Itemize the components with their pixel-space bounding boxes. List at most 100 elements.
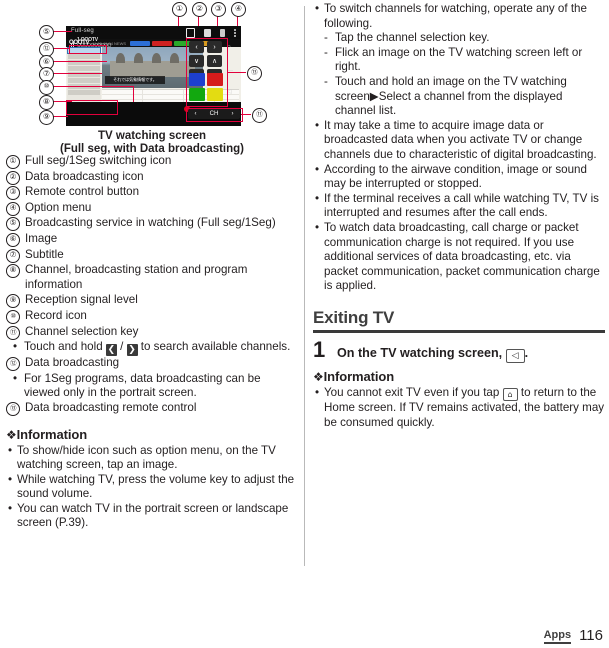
- legend-item-3: ③ Remote control button: [6, 185, 298, 201]
- right-column: To switch channels for watching, operate…: [313, 2, 605, 431]
- figure-caption-line1: TV watching screen: [97, 130, 206, 142]
- callout-3: ③: [211, 2, 226, 17]
- callout-10: ⑩: [39, 80, 54, 95]
- right-bullet-call-interrupt: If the terminal receives a call while wa…: [313, 192, 605, 221]
- remote-control-button-icon[interactable]: [220, 29, 225, 37]
- footer-section-label: Apps: [543, 629, 572, 644]
- leader-10-vertical: [133, 86, 135, 102]
- screenshot-top-icons: [186, 28, 237, 38]
- fullseg-1seg-switch-icon[interactable]: [186, 28, 195, 38]
- list-item[interactable]: [68, 54, 100, 59]
- legend-item-11: ⑪ Channel selection key: [6, 325, 298, 340]
- legend-text: Remote control button: [25, 185, 140, 199]
- callout-2: ②: [192, 2, 207, 17]
- legend-marker: ⑥: [6, 232, 20, 247]
- legend-marker: ⑪: [6, 325, 20, 340]
- step-text-pre: On the TV watching screen,: [337, 346, 506, 361]
- legend-text: Record icon: [25, 308, 87, 322]
- legend-item-6: ⑥ Image: [6, 232, 298, 247]
- data-broadcast-list[interactable]: [67, 47, 101, 102]
- right-information-heading: ❖Information: [313, 369, 605, 384]
- legend-text: Data broadcasting: [25, 356, 120, 370]
- legend-marker: ⑬: [6, 401, 20, 416]
- legend-marker: ⑧: [6, 264, 20, 279]
- legend-item-4: ④ Option menu: [6, 201, 298, 216]
- screenshot-side-icons: ○ — ◁: [226, 40, 240, 102]
- step-number: 1: [313, 337, 326, 363]
- bridge-graphic: [110, 61, 195, 77]
- highlight-channel-selection: [186, 108, 243, 122]
- chevron-right-icon: ❯: [126, 344, 138, 357]
- legend-text: Channel, broadcasting station and progra…: [25, 263, 248, 291]
- page-footer: Apps 116: [543, 627, 603, 644]
- bridge-arch: [170, 53, 179, 63]
- leader-9: [52, 116, 68, 118]
- subnote-text-pre: Touch and hold: [24, 340, 106, 354]
- callout-8: ⑧: [39, 95, 54, 110]
- callout-11: ⑪: [252, 108, 267, 123]
- legend-item-8: ⑧ Channel, broadcasting station and prog…: [6, 263, 298, 292]
- leader-13: [228, 72, 246, 74]
- figure-legend-list: ① Full seg/1Seg switching icon ② Data br…: [6, 154, 298, 416]
- legend-item-2: ② Data broadcasting icon: [6, 170, 298, 185]
- footer-page-number: 116: [579, 627, 603, 644]
- chevron-left-icon: ❮: [105, 344, 117, 357]
- legend-marker: ②: [6, 170, 20, 185]
- option-menu-icon[interactable]: [234, 29, 237, 37]
- left-information-heading: ❖Information: [6, 427, 298, 442]
- legend-text: Image: [25, 231, 58, 245]
- right-dash-tap-channel-key: Tap the channel selection key.: [323, 31, 605, 46]
- highlight-data-broadcasting: [69, 45, 107, 54]
- list-item[interactable]: [68, 90, 100, 95]
- legend-subnote-channel-key: Touch and hold ❮ / ❯ to search available…: [12, 340, 298, 357]
- legend-text: Subtitle: [25, 247, 64, 261]
- list-item[interactable]: [68, 78, 100, 83]
- leader-7: [52, 73, 102, 75]
- figure-caption: TV watching screen (Full seg, with Data …: [6, 130, 298, 156]
- legend-marker: ③: [6, 186, 20, 201]
- legend-marker: ⑤: [6, 217, 20, 232]
- legend-item-13: ⑬ Data broadcasting remote control: [6, 401, 298, 416]
- legend-item-7: ⑦ Subtitle: [6, 248, 298, 263]
- step-text: On the TV watching screen, ◁.: [337, 345, 528, 364]
- bridge-arch: [116, 53, 125, 63]
- diamond-icon: ❖: [313, 370, 324, 385]
- legend-marker: ⑩: [6, 309, 20, 324]
- subnote-text-post: to search available channels.: [137, 340, 291, 354]
- right-dash-flick-image: Flick an image on the TV watching screen…: [323, 46, 605, 75]
- list-item[interactable]: [68, 66, 100, 71]
- highlight-remote-control: [186, 38, 228, 107]
- info-text-pre: You cannot exit TV even if you tap: [324, 386, 503, 400]
- left-column: Full-seg ОООTV 11:00-11:54 NEWS それでは気象情報…: [6, 0, 298, 531]
- right-dash-touch-hold: Touch and hold an image on the TV watchi…: [323, 75, 605, 119]
- manual-page: Full-seg ОООTV 11:00-11:54 NEWS それでは気象情報…: [0, 0, 609, 648]
- column-divider: [304, 6, 305, 566]
- right-bullet-charges: To watch data broadcasting, call charge …: [313, 221, 605, 294]
- data-broadcasting-icon[interactable]: [204, 29, 211, 37]
- leader-10: [52, 86, 134, 88]
- right-bullet-acquire-time: It may take a time to acquire image data…: [313, 119, 605, 163]
- legend-marker: ⑨: [6, 294, 20, 309]
- right-information-title: Information: [323, 369, 395, 385]
- legend-text: Channel selection key: [25, 324, 139, 338]
- legend-text: Data broadcasting icon: [25, 169, 144, 183]
- bridge-arch: [152, 53, 161, 63]
- bridge-arch: [134, 53, 143, 63]
- legend-item-9: ⑨ Reception signal level: [6, 293, 298, 309]
- left-info-bullet: You can watch TV in the portrait screen …: [6, 502, 298, 531]
- diamond-icon: ❖: [6, 427, 17, 442]
- legend-marker: ①: [6, 155, 20, 169]
- legend-marker: ⑫: [6, 357, 20, 372]
- leader-11: [241, 114, 251, 116]
- leader-6: [52, 61, 107, 63]
- home-key-icon: ⌂: [502, 388, 518, 402]
- callout-13: ⑬: [247, 66, 262, 81]
- subtitle-overlay: それでは気象情報です。: [105, 76, 165, 84]
- legend-text: Full seg/1Seg switching icon: [25, 154, 172, 167]
- legend-item-10: ⑩ Record icon: [6, 309, 298, 324]
- right-bullet-airwave: According to the airwave condition, imag…: [313, 163, 605, 192]
- legend-item-5: ⑤ Broadcasting service in watching (Full…: [6, 216, 298, 232]
- legend-subnote-data-broadcasting: For 1Seg programs, data broadcasting can…: [12, 372, 298, 401]
- legend-item-12: ⑫ Data broadcasting: [6, 356, 298, 372]
- subnote-sep: /: [116, 340, 127, 354]
